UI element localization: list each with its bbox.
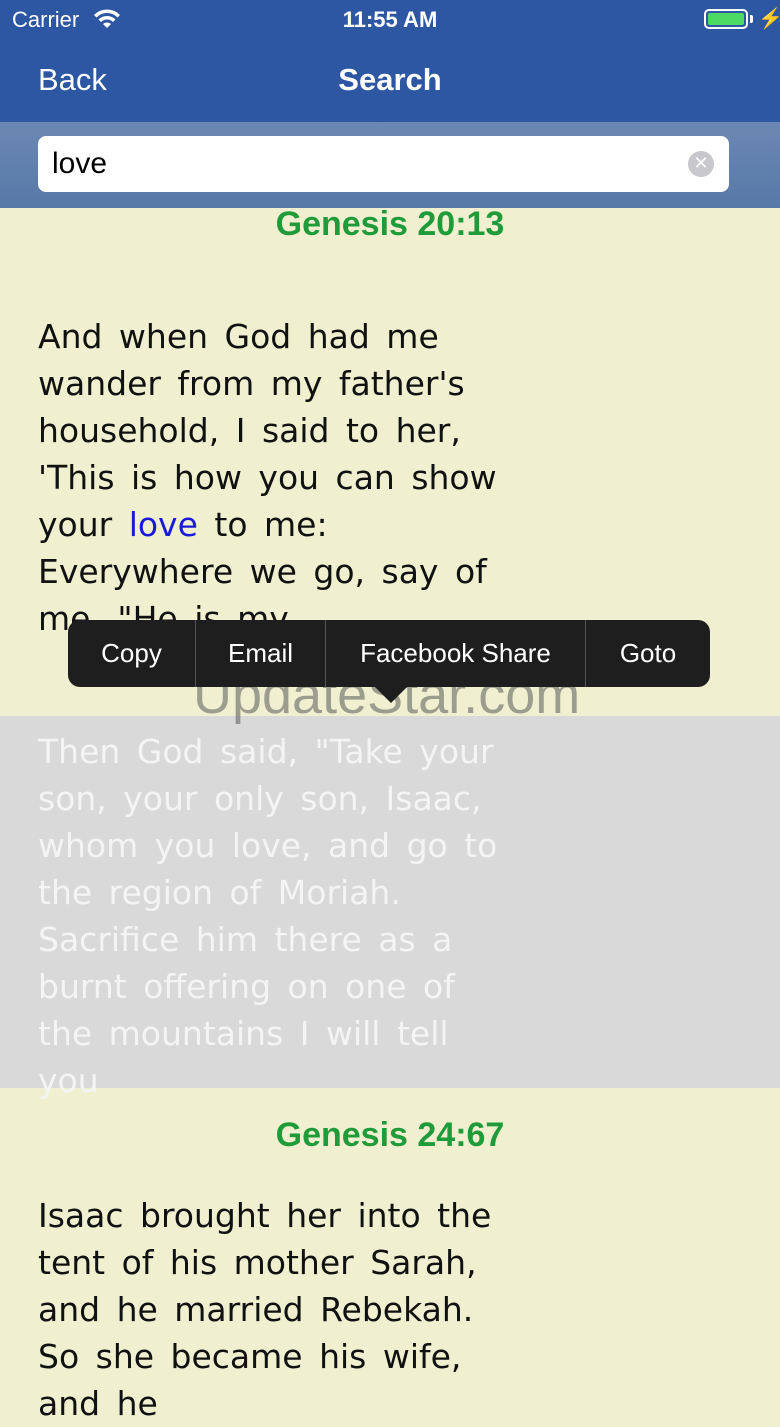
context-menu: Copy Email Facebook Share Goto [68, 620, 710, 687]
context-menu-arrow [375, 687, 407, 703]
goto-menu-item[interactable]: Goto [586, 620, 710, 687]
battery-icon [704, 9, 748, 29]
status-time: 11:55 AM [342, 7, 438, 32]
navigation-bar: Back Search [0, 40, 780, 122]
battery-tip [750, 15, 753, 23]
selected-verse[interactable]: Then God said, "Take your son, your only… [0, 716, 780, 1100]
copy-menu-item[interactable]: Copy [68, 620, 196, 687]
verse-text[interactable]: And when God had me wander from my fathe… [38, 313, 518, 642]
facebook-share-menu-item[interactable]: Facebook Share [326, 620, 586, 687]
verse-reference[interactable]: Genesis 20:13 [0, 205, 780, 244]
verse-text[interactable]: Isaac brought her into the tent of his m… [38, 1192, 518, 1427]
email-menu-item[interactable]: Email [196, 620, 326, 687]
status-bar: Carrier 11:55 AM ⚡ [0, 0, 780, 40]
search-highlight: love [128, 505, 198, 544]
charging-bolt-icon: ⚡ [758, 8, 780, 30]
page-title: Search [338, 62, 442, 97]
search-bar: ✕ [0, 122, 780, 208]
verse-reference[interactable]: Genesis 24:67 [0, 1116, 780, 1155]
search-input[interactable] [52, 144, 672, 184]
search-field[interactable]: ✕ [38, 136, 729, 192]
clear-search-icon[interactable]: ✕ [688, 151, 714, 177]
verse-text: Then God said, "Take your son, your only… [38, 732, 498, 1100]
